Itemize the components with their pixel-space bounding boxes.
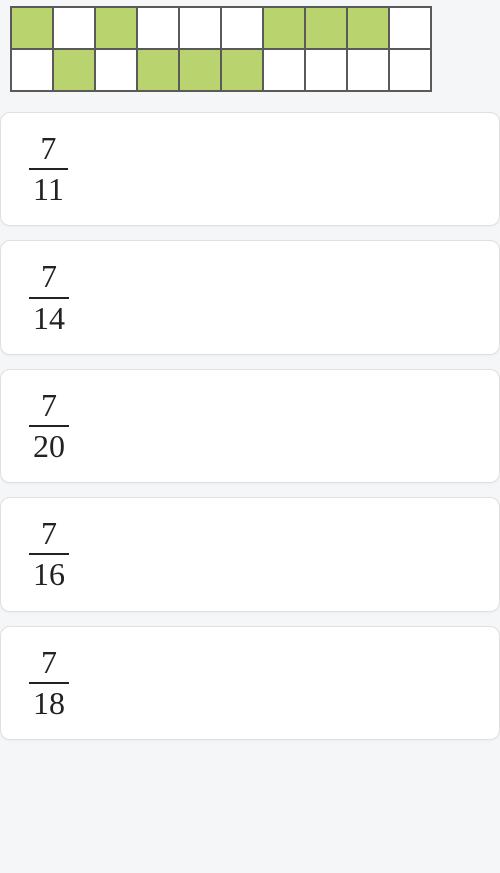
fraction: 718 — [29, 645, 69, 721]
fraction-denominator: 11 — [29, 168, 68, 207]
grid-cell-empty — [136, 6, 180, 50]
grid-cell-filled — [346, 6, 390, 50]
grid-cell-filled — [136, 48, 180, 92]
grid-cell-empty — [388, 6, 432, 50]
fraction: 714 — [29, 259, 69, 335]
fraction-denominator: 18 — [29, 682, 69, 721]
grid-cell-empty — [304, 48, 348, 92]
fraction: 716 — [29, 516, 69, 592]
grid-cell-filled — [94, 6, 138, 50]
fraction: 720 — [29, 388, 69, 464]
grid-cell-empty — [388, 48, 432, 92]
grid-cell-empty — [52, 6, 96, 50]
fraction-numerator: 7 — [36, 131, 60, 168]
fraction-grid-container — [0, 0, 500, 112]
grid-cell-filled — [52, 48, 96, 92]
grid-cell-empty — [178, 6, 222, 50]
grid-cell-filled — [178, 48, 222, 92]
answer-option[interactable]: 711 — [0, 112, 500, 226]
answer-option[interactable]: 714 — [0, 240, 500, 354]
fraction-grid — [12, 8, 432, 92]
grid-cell-empty — [346, 48, 390, 92]
fraction-denominator: 14 — [29, 297, 69, 336]
fraction-denominator: 16 — [29, 553, 69, 592]
grid-cell-empty — [262, 48, 306, 92]
fraction: 711 — [29, 131, 68, 207]
grid-cell-empty — [10, 48, 54, 92]
grid-cell-filled — [220, 48, 264, 92]
answer-option[interactable]: 718 — [0, 626, 500, 740]
fraction-numerator: 7 — [37, 645, 61, 682]
grid-row — [12, 8, 432, 50]
fraction-denominator: 20 — [29, 425, 69, 464]
grid-row — [12, 50, 432, 92]
answer-option[interactable]: 720 — [0, 369, 500, 483]
fraction-numerator: 7 — [37, 388, 61, 425]
grid-cell-empty — [94, 48, 138, 92]
fraction-numerator: 7 — [37, 516, 61, 553]
fraction-numerator: 7 — [37, 259, 61, 296]
grid-cell-filled — [262, 6, 306, 50]
grid-cell-empty — [220, 6, 264, 50]
answer-options: 711714720716718 — [0, 112, 500, 740]
answer-option[interactable]: 716 — [0, 497, 500, 611]
grid-cell-filled — [304, 6, 348, 50]
grid-cell-filled — [10, 6, 54, 50]
